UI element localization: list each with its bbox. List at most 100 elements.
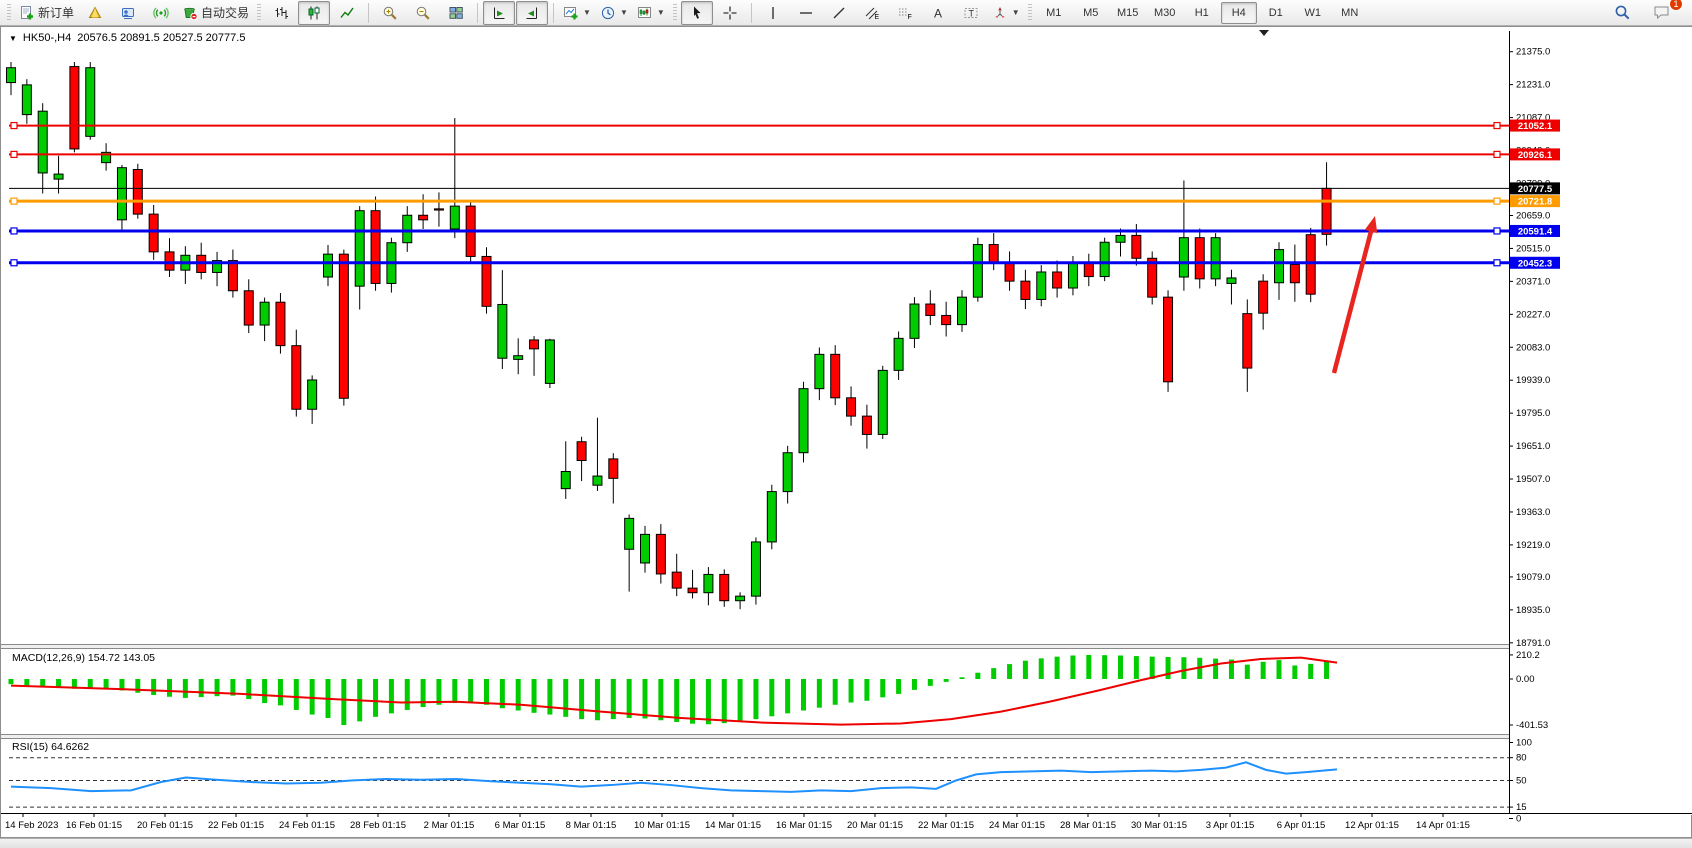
template-button[interactable]: ▼ [633, 1, 669, 25]
svg-text:E: E [874, 14, 879, 21]
timeframe-m30-button[interactable]: M30 [1147, 2, 1183, 24]
svg-text:28 Mar 01:15: 28 Mar 01:15 [1060, 820, 1116, 831]
svg-text:19079.0: 19079.0 [1516, 572, 1550, 583]
horizontal-line-objects [9, 123, 1509, 266]
svg-text:10 Mar 01:15: 10 Mar 01:15 [634, 820, 690, 831]
add-indicator-icon [563, 5, 579, 21]
timeframe-w1-button[interactable]: W1 [1295, 2, 1331, 24]
svg-text:14 Feb 2023: 14 Feb 2023 [5, 820, 58, 831]
svg-text:19507.0: 19507.0 [1516, 474, 1550, 485]
svg-text:20227.0: 20227.0 [1516, 309, 1550, 320]
candlestick-chart-button[interactable] [298, 1, 330, 25]
chart-dropdown-icon[interactable]: ▼ [9, 34, 17, 43]
svg-text:20777.5: 20777.5 [1518, 184, 1553, 195]
trendline-tool-button[interactable] [823, 1, 855, 25]
svg-text:20515.0: 20515.0 [1516, 243, 1550, 254]
svg-text:16 Feb 01:15: 16 Feb 01:15 [66, 820, 122, 831]
fibonacci-tool-button[interactable]: F [889, 1, 921, 25]
profiles-button[interactable] [79, 1, 111, 25]
label-icon: T [963, 5, 979, 21]
bar-chart-button[interactable] [265, 1, 297, 25]
line-chart-button[interactable] [331, 1, 363, 25]
auto-scroll-button[interactable] [516, 1, 548, 25]
chevron-down-icon: ▼ [657, 8, 665, 17]
chevron-down-icon: ▼ [620, 8, 628, 17]
time-axis: 14 Feb 202316 Feb 01:1520 Feb 01:1522 Fe… [1, 813, 1692, 831]
cursor-tool-button[interactable] [681, 1, 713, 25]
crosshair-tool-button[interactable] [714, 1, 746, 25]
svg-text:20721.8: 20721.8 [1518, 197, 1552, 208]
svg-text:21375.0: 21375.0 [1516, 47, 1550, 58]
chevron-down-icon: ▼ [1012, 8, 1020, 17]
template-icon [637, 5, 653, 21]
timeframe-m1-button[interactable]: M1 [1036, 2, 1072, 24]
svg-text:210.2: 210.2 [1516, 650, 1540, 661]
svg-text:18791.0: 18791.0 [1516, 638, 1550, 649]
timeframe-h1-button[interactable]: H1 [1184, 2, 1220, 24]
timeframe-m15-button[interactable]: M15 [1110, 2, 1146, 24]
svg-text:18935.0: 18935.0 [1516, 605, 1550, 616]
timeframe-h4-button[interactable]: H4 [1221, 2, 1257, 24]
strategy-tester-button[interactable] [145, 1, 177, 25]
period-selector-button[interactable]: ▼ [596, 1, 632, 25]
vertical-line-tool-button[interactable] [757, 1, 789, 25]
add-indicator-button[interactable]: ▼ [559, 1, 595, 25]
auto-trading-button[interactable]: 自动交易 [178, 1, 253, 25]
line-chart-icon [339, 5, 355, 21]
search-button[interactable] [1606, 1, 1638, 25]
chart-shift-button[interactable] [483, 1, 515, 25]
notifications-button[interactable]: 1 [1646, 1, 1678, 25]
zoom-out-button[interactable] [407, 1, 439, 25]
timeframe-d1-button[interactable]: D1 [1258, 2, 1294, 24]
signal-icon [153, 5, 169, 21]
svg-text:0: 0 [1516, 814, 1521, 825]
svg-text:20659.0: 20659.0 [1516, 210, 1550, 221]
zoom-out-icon [415, 5, 431, 21]
zoom-in-button[interactable] [374, 1, 406, 25]
toolbar-grip[interactable] [1028, 4, 1032, 22]
new-order-label: 新订单 [38, 4, 74, 21]
svg-text:24 Mar 01:15: 24 Mar 01:15 [989, 820, 1045, 831]
horizontal-line-tool-button[interactable] [790, 1, 822, 25]
toolbar-grip[interactable] [673, 4, 677, 22]
clock-icon [600, 5, 616, 21]
svg-text:19651.0: 19651.0 [1516, 441, 1550, 452]
ohlc-values: 20576.5 20891.5 20527.5 20777.5 [77, 32, 245, 44]
chart-title: ▼ HK50-,H4 20576.5 20891.5 20527.5 20777… [9, 32, 245, 44]
tile-windows-button[interactable] [440, 1, 472, 25]
svg-text:19795.0: 19795.0 [1516, 408, 1550, 419]
auto-scroll-icon [524, 5, 540, 21]
svg-text:30 Mar 01:15: 30 Mar 01:15 [1131, 820, 1187, 831]
equidistant-channel-tool-button[interactable]: E [856, 1, 888, 25]
timeframe-mn-button[interactable]: MN [1332, 2, 1368, 24]
price-axis: 21375.021231.021087.020943.020799.020659… [1509, 27, 1692, 825]
candlestick-chart-icon [306, 5, 322, 21]
svg-text:T: T [968, 8, 974, 18]
arrows-icon [992, 5, 1008, 21]
text-label-tool-button[interactable]: T [955, 1, 987, 25]
macd-label: MACD(12,26,9) 154.72 143.05 [12, 652, 155, 664]
svg-text:20083.0: 20083.0 [1516, 342, 1550, 353]
svg-text:-401.53: -401.53 [1516, 720, 1548, 731]
text-tool-button[interactable]: A [922, 1, 954, 25]
terminal-button[interactable] [112, 1, 144, 25]
new-order-button[interactable]: 新订单 [15, 1, 78, 25]
timeframe-m5-button[interactable]: M5 [1073, 2, 1109, 24]
svg-text:F: F [907, 14, 911, 21]
svg-text:A: A [934, 6, 942, 20]
chat-bubble-icon [1653, 4, 1671, 21]
text-icon: A [930, 5, 946, 21]
svg-text:3 Apr 01:15: 3 Apr 01:15 [1206, 820, 1255, 831]
arrows-tool-button[interactable]: ▼ [988, 1, 1024, 25]
svg-text:19219.0: 19219.0 [1516, 540, 1550, 551]
svg-text:20371.0: 20371.0 [1516, 276, 1550, 287]
svg-text:80: 80 [1516, 753, 1527, 764]
chart-canvas[interactable]: 21375.021231.021087.020943.020799.020659… [1, 27, 1692, 839]
svg-text:0.00: 0.00 [1516, 674, 1535, 685]
terminal-icon [120, 5, 136, 21]
toolbar-grip[interactable] [7, 4, 11, 22]
svg-text:14 Mar 01:15: 14 Mar 01:15 [705, 820, 761, 831]
chart-shift-marker [1259, 30, 1269, 36]
toolbar-grip[interactable] [257, 4, 261, 22]
svg-text:19363.0: 19363.0 [1516, 507, 1550, 518]
